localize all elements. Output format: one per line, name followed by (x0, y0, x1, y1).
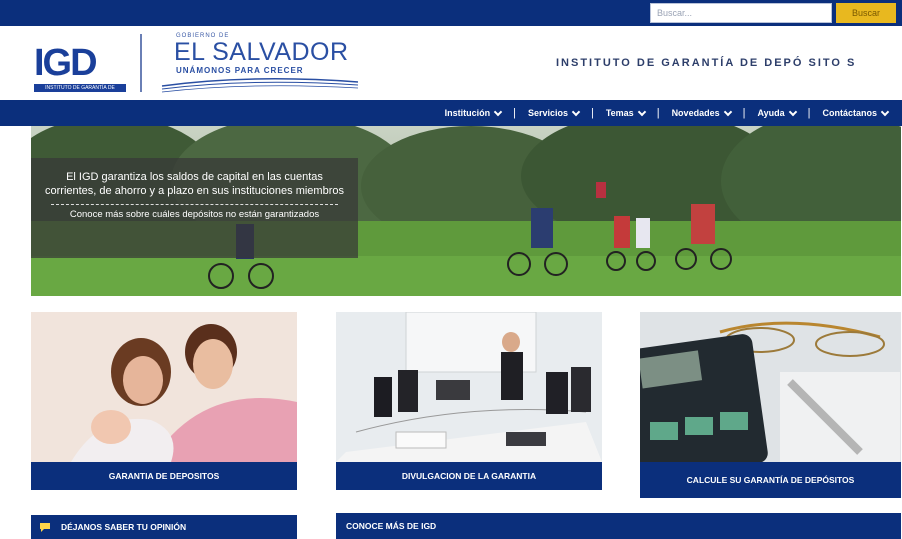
main-nav: Institución | Servicios | Temas | Noveda… (0, 100, 902, 126)
institute-title: INSTITUTO DE GARANTÍA DE DEPÓ SITO S (556, 57, 857, 69)
chevron-down-icon (880, 107, 890, 116)
card-image-family[interactable] (31, 312, 297, 462)
nav-item-servicios[interactable]: Servicios (527, 107, 581, 118)
family-photo (31, 312, 297, 462)
hero-link[interactable]: Conoce más sobre cuáles depósitos no est… (41, 209, 348, 221)
nav-item-contactanos[interactable]: Contáctanos (822, 107, 890, 118)
nav-separator: | (590, 107, 594, 119)
hero-text-overlay: El IGD garantiza los saldos de capital e… (31, 158, 358, 258)
nav-label: Contáctanos (822, 108, 877, 118)
gov-name: EL SALVADOR (174, 38, 349, 66)
chevron-down-icon (493, 107, 503, 116)
calculator-photo (640, 312, 901, 462)
nav-separator: | (742, 107, 746, 119)
nav-item-institucion[interactable]: Institución (444, 107, 503, 118)
logo-text: IGD (34, 42, 98, 84)
nav-label: Novedades (671, 108, 720, 118)
nav-label: Ayuda (757, 108, 785, 118)
comment-icon (40, 523, 50, 532)
chevron-down-icon (788, 107, 797, 116)
search-input[interactable]: Buscar... (650, 3, 832, 23)
nav-separator: | (513, 107, 516, 119)
gov-swoosh-graphic (161, 78, 359, 93)
chevron-down-icon (637, 107, 646, 116)
nav-label: Institución (444, 108, 491, 118)
top-bar: Buscar... Buscar (0, 0, 902, 26)
card-calcule-garantia[interactable]: CALCULE SU GARANTÍA DE DEPÓSITOS (640, 462, 901, 498)
card-image-calculator[interactable] (640, 312, 901, 462)
nav-item-temas[interactable]: Temas (605, 107, 646, 118)
nav-item-ayuda[interactable]: Ayuda (757, 107, 797, 118)
logo-subtext: INSTITUTO DE GARANTÍA DE DEPÓSITOS (34, 84, 126, 99)
opinion-label: DÉJANOS SABER TU OPINIÓN (61, 522, 187, 532)
chevron-down-icon (571, 107, 581, 116)
opinion-banner[interactable]: DÉJANOS SABER TU OPINIÓN (31, 515, 297, 539)
search-button[interactable]: Buscar (836, 3, 896, 23)
nav-separator: | (807, 107, 811, 119)
nav-label: Temas (605, 108, 634, 118)
know-more-banner[interactable]: CONOCE MÁS DE IGD (336, 513, 901, 539)
meeting-photo (336, 312, 602, 462)
card-divulgacion-garantia[interactable]: DIVULGACION DE LA GARANTIA (336, 462, 602, 490)
hero-divider (51, 204, 338, 205)
nav-item-novedades[interactable]: Novedades (671, 107, 732, 118)
nav-label: Servicios (527, 108, 568, 118)
chevron-down-icon (723, 107, 732, 116)
hero-main-text: El IGD garantiza los saldos de capital e… (45, 171, 344, 197)
nav-separator: | (656, 107, 660, 119)
know-more-label: CONOCE MÁS DE IGD (346, 521, 437, 531)
card-image-meeting[interactable] (336, 312, 602, 462)
site-header: IGD INSTITUTO DE GARANTÍA DE DEPÓSITOS G… (0, 26, 902, 100)
igd-logo[interactable]: IGD INSTITUTO DE GARANTÍA DE DEPÓSITOS (34, 42, 126, 99)
logo-divider (140, 34, 142, 92)
card-garantia-depositos[interactable]: GARANTIA DE DEPOSITOS (31, 462, 297, 490)
